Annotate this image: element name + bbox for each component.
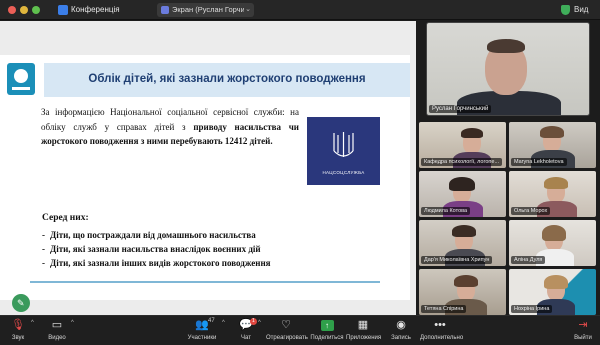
more-button[interactable]: ••• Дополнительно xyxy=(420,319,464,341)
share-screen-button[interactable]: ↑ Поделиться xyxy=(310,319,344,341)
participant-tile[interactable]: Людмила Котова xyxy=(419,171,506,217)
participant-name: Maryna Lekholetova xyxy=(511,158,567,166)
video-button[interactable]: ▭ Видео xyxy=(46,319,68,341)
slide-title: Облік дітей, які зазнали жорстокого пово… xyxy=(88,73,366,85)
video-camera-icon: ▭ xyxy=(51,319,63,331)
shield-icon[interactable] xyxy=(561,5,570,15)
participant-tile[interactable]: Аліна Дуля xyxy=(509,220,596,266)
speaker-name: Руслан Горчинський xyxy=(429,105,492,113)
chat-button[interactable]: 💬 Чат 1 xyxy=(236,318,257,341)
participant-name: Тетяна Спірина xyxy=(421,305,467,313)
active-speaker-video[interactable]: Руслан Горчинський xyxy=(426,22,590,116)
leave-button[interactable]: ⇥ Выйти xyxy=(574,319,592,341)
chevron-down-icon: ⌄ xyxy=(245,6,251,13)
bullet-item: - Діти, що постраждали від домашнього нас… xyxy=(42,230,256,240)
apps-icon: ▦ xyxy=(357,319,369,331)
among-them-label: Серед них: xyxy=(42,213,89,223)
participant-tile[interactable]: Ольга Морох xyxy=(509,171,596,217)
chat-options-caret[interactable]: ^ xyxy=(258,320,261,326)
slide-bullet-list: - Діти, що постраждали від домашнього нас… xyxy=(42,228,382,270)
shared-screen: Облік дітей, які зазнали жорстокого пово… xyxy=(0,21,416,315)
chat-unread-badge: 1 xyxy=(250,318,257,325)
chat-label: Чат xyxy=(241,335,251,341)
participant-name: Аліна Дуля xyxy=(511,256,546,264)
pen-icon: ✎ xyxy=(17,298,25,308)
record-icon: ◉ xyxy=(396,319,406,331)
slide-divider xyxy=(30,281,380,283)
participant-tile[interactable]: Нохріна Ірина xyxy=(509,269,596,315)
participant-name: Кафедра психології, логопе... xyxy=(421,158,503,166)
video-options-caret[interactable]: ^ xyxy=(71,320,74,326)
participant-name: Людмила Котова xyxy=(421,207,471,215)
meeting-toolbar: 🎙 Звук ^ ▭ Видео ^ 👥 Участники 47 ^ 💬 Ча… xyxy=(0,315,600,345)
more-icon: ••• xyxy=(434,319,446,331)
participant-tile[interactable]: Maryna Lekholetova xyxy=(509,122,596,168)
bullet-item: - Діти, які зазнали інших видів жорстоког… xyxy=(42,258,271,268)
share-label: Поделиться xyxy=(310,335,344,341)
annotate-button[interactable]: ✎ xyxy=(12,294,30,312)
participant-name: Нохріна Ірина xyxy=(511,305,553,313)
participant-name: Дар'я Миколаївна Хрипун xyxy=(421,256,493,264)
apps-button[interactable]: ▦ Приложения xyxy=(346,319,382,341)
share-screen-icon: ↑ xyxy=(310,319,344,332)
participant-tile[interactable]: Дар'я Миколаївна Хрипун xyxy=(419,220,506,266)
participants-label: Участники xyxy=(187,335,217,341)
participant-tile[interactable]: Кафедра психології, логопе... xyxy=(419,122,506,168)
close-window-button[interactable] xyxy=(8,6,16,14)
screen-share-chip[interactable]: Экран (Руслан Горчинський) ⌄ xyxy=(157,3,254,17)
zoom-app-icon xyxy=(58,5,68,15)
screen-chip-label: Экран (Руслан Горчинський) xyxy=(172,5,244,14)
minimize-window-button[interactable] xyxy=(20,6,28,14)
more-label: Дополнительно xyxy=(420,335,464,341)
leave-label: Выйти xyxy=(574,335,592,341)
apps-label: Приложения xyxy=(346,335,382,341)
nss-logo: НАЦСОЦСЛУЖБА xyxy=(307,117,380,185)
record-button[interactable]: ◉ Запись xyxy=(388,319,414,341)
presentation-slide: Облік дітей, які зазнали жорстокого пово… xyxy=(0,55,410,300)
mic-off-icon: 🎙 xyxy=(11,319,25,331)
reactions-button[interactable]: ♡ Отреагировать xyxy=(266,319,308,341)
bullet-item: - Діти, які зазнали насильства внаслідок … xyxy=(42,244,261,254)
app-title: Конференція xyxy=(71,5,120,14)
university-logo-icon xyxy=(7,63,35,95)
mute-button[interactable]: 🎙 Звук xyxy=(8,319,28,341)
leave-icon: ⇥ xyxy=(578,319,588,331)
trident-icon xyxy=(333,132,354,157)
record-label: Запись xyxy=(391,335,411,341)
heart-icon: ♡ xyxy=(281,319,291,331)
view-menu-button[interactable]: Вид xyxy=(574,5,588,14)
video-label: Видео xyxy=(48,335,66,341)
title-bar: Конференція Экран (Руслан Горчинський) ⌄… xyxy=(0,0,600,20)
mute-label: Звук xyxy=(11,335,25,341)
reactions-label: Отреагировать xyxy=(266,335,308,341)
screen-icon xyxy=(161,6,169,14)
participant-name: Ольга Морох xyxy=(511,207,551,215)
participants-options-caret[interactable]: ^ xyxy=(222,320,225,326)
participant-tile[interactable]: Тетяна Спірина xyxy=(419,269,506,315)
participants-count: 47 xyxy=(208,318,215,324)
slide-body-text: За інформацією Національної соціальної с… xyxy=(41,105,299,149)
nss-logo-text: НАЦСОЦСЛУЖБА xyxy=(322,170,365,175)
audio-options-caret[interactable]: ^ xyxy=(31,320,34,326)
maximize-window-button[interactable] xyxy=(32,6,40,14)
zoom-window: Конференція Экран (Руслан Горчинський) ⌄… xyxy=(0,0,600,345)
slide-title-bar: Облік дітей, які зазнали жорстокого пово… xyxy=(44,63,410,97)
